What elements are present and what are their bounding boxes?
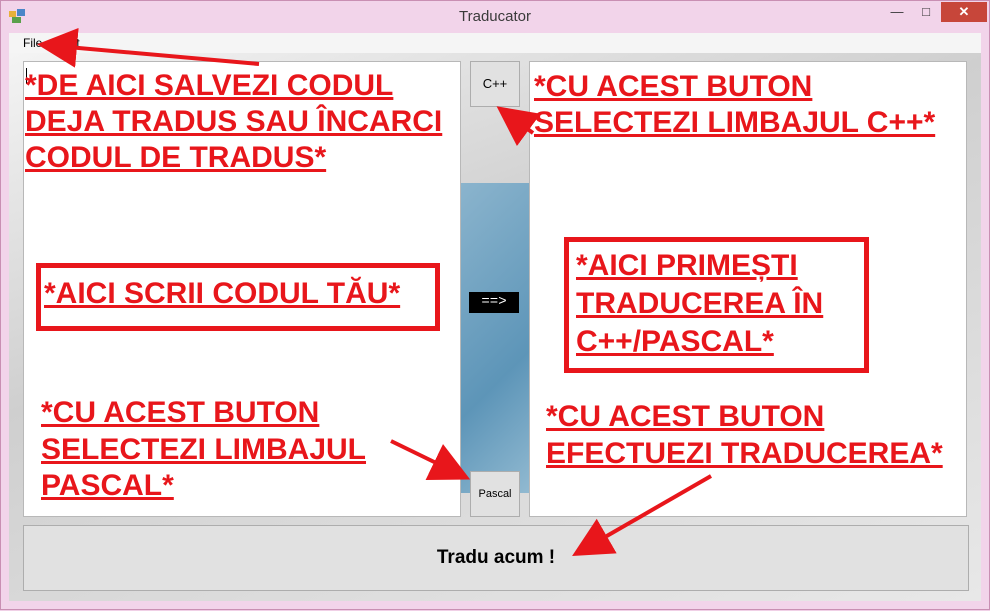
app-window: Traducator — □ ✕ File Edit C++ ==> Pasca…: [0, 0, 990, 610]
arrow-to-translate-button: [572, 474, 712, 556]
arrow-to-file-menu: [37, 27, 260, 68]
annotation-arrows: [37, 27, 712, 556]
arrow-to-pascal-button: [390, 439, 471, 480]
arrow-to-cpp-button: [496, 106, 541, 147]
